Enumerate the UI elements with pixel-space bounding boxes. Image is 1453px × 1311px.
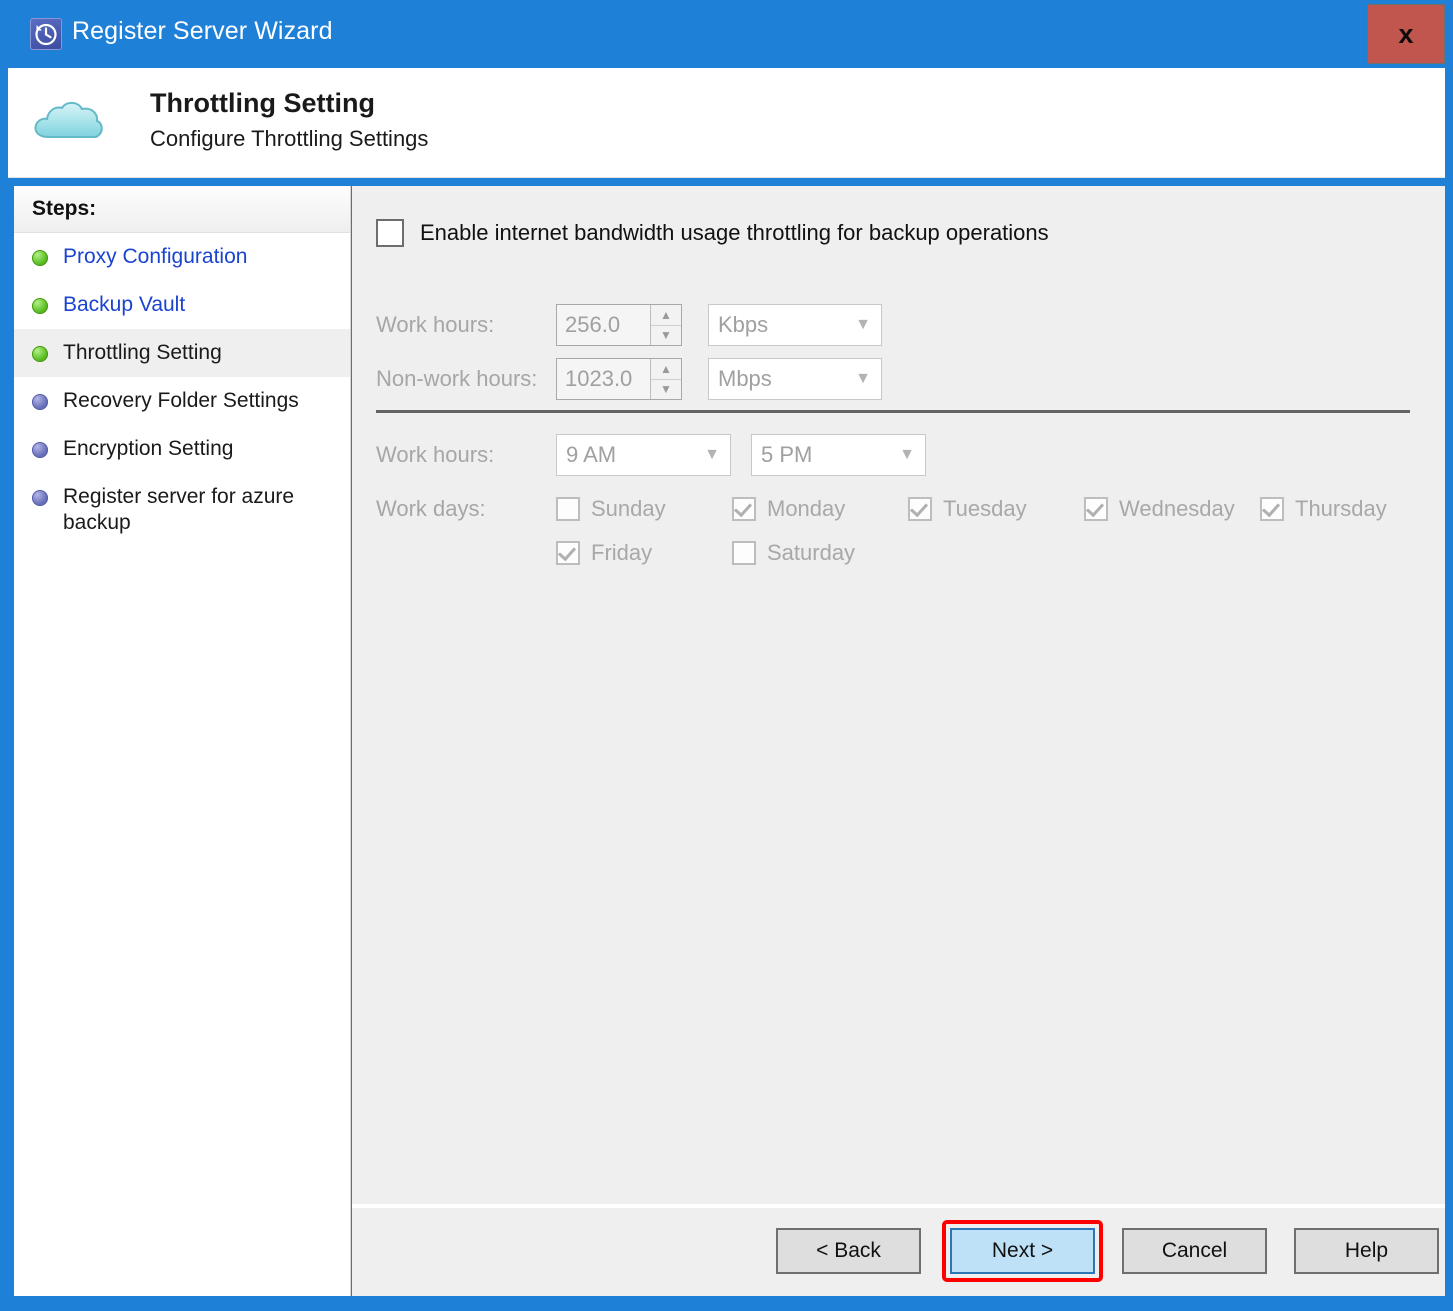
- friday-checkbox[interactable]: [556, 541, 580, 565]
- work-hours-unit-select[interactable]: Kbps ▼: [708, 304, 882, 346]
- enable-throttling-checkbox[interactable]: [376, 219, 404, 247]
- chevron-down-icon: ▼: [855, 316, 871, 333]
- saturday-checkbox[interactable]: [732, 541, 756, 565]
- wednesday-checkbox[interactable]: [1084, 497, 1108, 521]
- work-day-tuesday[interactable]: Tuesday: [908, 496, 1060, 522]
- enable-throttling-label: Enable internet bandwidth usage throttli…: [420, 220, 1049, 245]
- work-day-saturday[interactable]: Saturday: [732, 540, 884, 566]
- sidebar-item-label: Register server for azure backup: [63, 485, 295, 534]
- non-work-hours-spin-buttons: ▲ ▼: [650, 359, 681, 399]
- sidebar-item-label: Throttling Setting: [63, 341, 222, 364]
- sidebar-item-recovery-folder-settings[interactable]: Recovery Folder Settings: [14, 377, 350, 425]
- close-button[interactable]: x: [1367, 4, 1445, 64]
- chevron-down-icon: ▼: [855, 370, 871, 387]
- help-button[interactable]: Help: [1294, 1228, 1439, 1274]
- clock-recovery-icon: [30, 18, 62, 50]
- work-hours-start-select[interactable]: 9 AM ▼: [556, 434, 731, 476]
- title-bar: Register Server Wizard x: [0, 0, 1453, 68]
- work-hours-end-select[interactable]: 5 PM ▼: [751, 434, 926, 476]
- work-hours-unit-value: Kbps: [718, 312, 769, 337]
- monday-label: Monday: [767, 496, 846, 521]
- tuesday-label: Tuesday: [943, 496, 1027, 521]
- non-work-hours-bandwidth-row: Non-work hours: 1023.0 ▲ ▼ Mbps ▼: [376, 358, 882, 400]
- sidebar-item-label: Encryption Setting: [63, 437, 234, 460]
- green-bullet-icon: [32, 250, 48, 266]
- next-button[interactable]: Next >: [950, 1228, 1095, 1274]
- work-hours-bandwidth-stepper[interactable]: 256.0 ▲ ▼: [556, 304, 682, 346]
- thursday-label: Thursday: [1295, 496, 1387, 521]
- work-days-grid: Sunday Monday Tuesday Wednesday Thursday: [556, 496, 1436, 566]
- work-days-label: Work days:: [376, 496, 486, 521]
- green-bullet-icon: [32, 346, 48, 362]
- work-day-monday[interactable]: Monday: [732, 496, 884, 522]
- cancel-button[interactable]: Cancel: [1122, 1228, 1267, 1274]
- sidebar-item-throttling-setting[interactable]: Throttling Setting: [14, 329, 350, 377]
- steps-heading: Steps:: [32, 197, 97, 220]
- spin-down-icon[interactable]: ▼: [651, 380, 681, 400]
- back-button[interactable]: < Back: [776, 1228, 921, 1274]
- non-work-hours-bandwidth-label: Non-work hours:: [376, 366, 538, 391]
- spin-down-icon[interactable]: ▼: [651, 326, 681, 346]
- register-server-wizard-window: Register Server Wizard x Throttling Sett…: [0, 0, 1453, 1311]
- tuesday-checkbox[interactable]: [908, 497, 932, 521]
- sidebar-item-label: Recovery Folder Settings: [63, 389, 299, 412]
- sidebar-item-proxy-configuration[interactable]: Proxy Configuration: [14, 233, 350, 281]
- green-bullet-icon: [32, 298, 48, 314]
- work-day-sunday[interactable]: Sunday: [556, 496, 708, 522]
- page-subtitle: Configure Throttling Settings: [150, 126, 429, 151]
- thursday-checkbox[interactable]: [1260, 497, 1284, 521]
- non-work-hours-unit-select[interactable]: Mbps ▼: [708, 358, 882, 400]
- work-day-thursday[interactable]: Thursday: [1260, 496, 1412, 522]
- sunday-checkbox[interactable]: [556, 497, 580, 521]
- friday-label: Friday: [591, 540, 653, 565]
- window-title: Register Server Wizard: [72, 17, 333, 45]
- spin-up-icon[interactable]: ▲: [651, 359, 681, 380]
- work-day-friday[interactable]: Friday: [556, 540, 708, 566]
- work-hours-bandwidth-row: Work hours: 256.0 ▲ ▼ Kbps ▼: [376, 304, 882, 346]
- sidebar-item-register-server-for-azure-backup[interactable]: Register server for azure backup: [14, 473, 350, 547]
- work-days-row: Work days: Sunday Monday Tuesday Wednesd…: [376, 496, 1436, 566]
- wizard-header: Throttling Setting Configure Throttling …: [8, 68, 1445, 178]
- sidebar-item-label: Backup Vault: [63, 293, 186, 316]
- chevron-down-icon: ▼: [704, 446, 720, 463]
- spin-up-icon[interactable]: ▲: [651, 305, 681, 326]
- chevron-down-icon: ▼: [899, 446, 915, 463]
- section-divider: [376, 410, 1410, 413]
- monday-checkbox[interactable]: [732, 497, 756, 521]
- page-title: Throttling Setting: [150, 88, 375, 118]
- sidebar-item-encryption-setting[interactable]: Encryption Setting: [14, 425, 350, 473]
- non-work-hours-bandwidth-stepper[interactable]: 1023.0 ▲ ▼: [556, 358, 682, 400]
- work-hours-bandwidth-input[interactable]: 256.0: [557, 305, 650, 345]
- purple-bullet-icon: [32, 490, 48, 506]
- purple-bullet-icon: [32, 394, 48, 410]
- enable-throttling-row: Enable internet bandwidth usage throttli…: [376, 219, 1049, 247]
- non-work-hours-unit-value: Mbps: [718, 366, 772, 391]
- purple-bullet-icon: [32, 442, 48, 458]
- cloud-icon: [30, 93, 110, 149]
- work-hours-spin-buttons: ▲ ▼: [650, 305, 681, 345]
- sidebar-item-backup-vault[interactable]: Backup Vault: [14, 281, 350, 329]
- work-hours-schedule-label: Work hours:: [376, 442, 495, 467]
- work-day-wednesday[interactable]: Wednesday: [1084, 496, 1236, 522]
- saturday-label: Saturday: [767, 540, 856, 565]
- steps-sidebar: Steps: Proxy Configuration Backup Vault …: [14, 186, 351, 1296]
- close-icon: x: [1398, 18, 1414, 49]
- work-hours-end-value: 5 PM: [761, 442, 813, 467]
- wizard-button-bar: < Back Next > Cancel Help: [352, 1208, 1445, 1296]
- main-content-panel: Enable internet bandwidth usage throttli…: [352, 186, 1445, 1207]
- sunday-label: Sunday: [591, 496, 666, 521]
- sidebar-item-label: Proxy Configuration: [63, 245, 248, 268]
- work-hours-schedule-row: Work hours: 9 AM ▼ 5 PM ▼: [376, 434, 926, 476]
- wednesday-label: Wednesday: [1119, 496, 1235, 521]
- work-hours-bandwidth-label: Work hours:: [376, 312, 495, 337]
- work-hours-start-value: 9 AM: [566, 442, 617, 467]
- steps-heading-bar: Steps:: [14, 186, 350, 233]
- non-work-hours-bandwidth-input[interactable]: 1023.0: [557, 359, 650, 399]
